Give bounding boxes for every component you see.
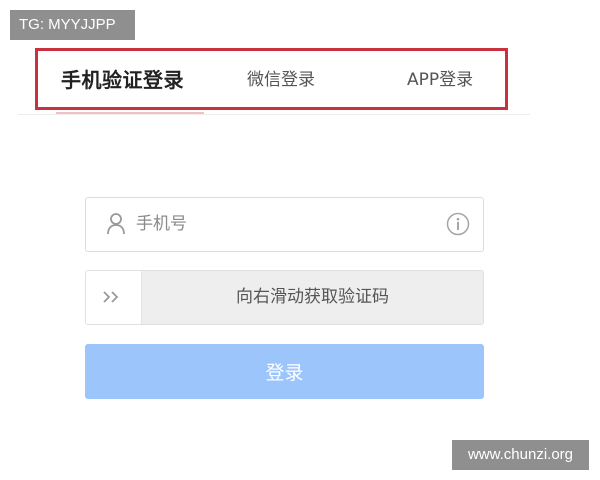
tabs-divider <box>18 114 530 115</box>
user-icon <box>106 212 126 236</box>
slide-verify-bar[interactable]: 向右滑动获取验证码 <box>85 270 484 325</box>
tg-badge: TG: MYYJJPP <box>10 10 135 40</box>
tab-app-login[interactable]: APP登录 <box>407 46 473 114</box>
login-button[interactable]: 登录 <box>85 344 484 399</box>
slider-label: 向右滑动获取验证码 <box>236 287 389 307</box>
tab-phone-login[interactable]: 手机验证登录 <box>61 46 184 114</box>
tab-wechat-login[interactable]: 微信登录 <box>247 46 315 114</box>
phone-input[interactable] <box>136 198 436 251</box>
double-chevron-right-icon <box>103 291 119 303</box>
slider-handle[interactable] <box>86 271 142 324</box>
phone-field[interactable] <box>85 197 484 252</box>
login-tabs: 手机验证登录 微信登录 APP登录 <box>0 46 530 116</box>
info-icon[interactable] <box>446 212 470 236</box>
watermark: www.chunzi.org <box>452 440 589 470</box>
